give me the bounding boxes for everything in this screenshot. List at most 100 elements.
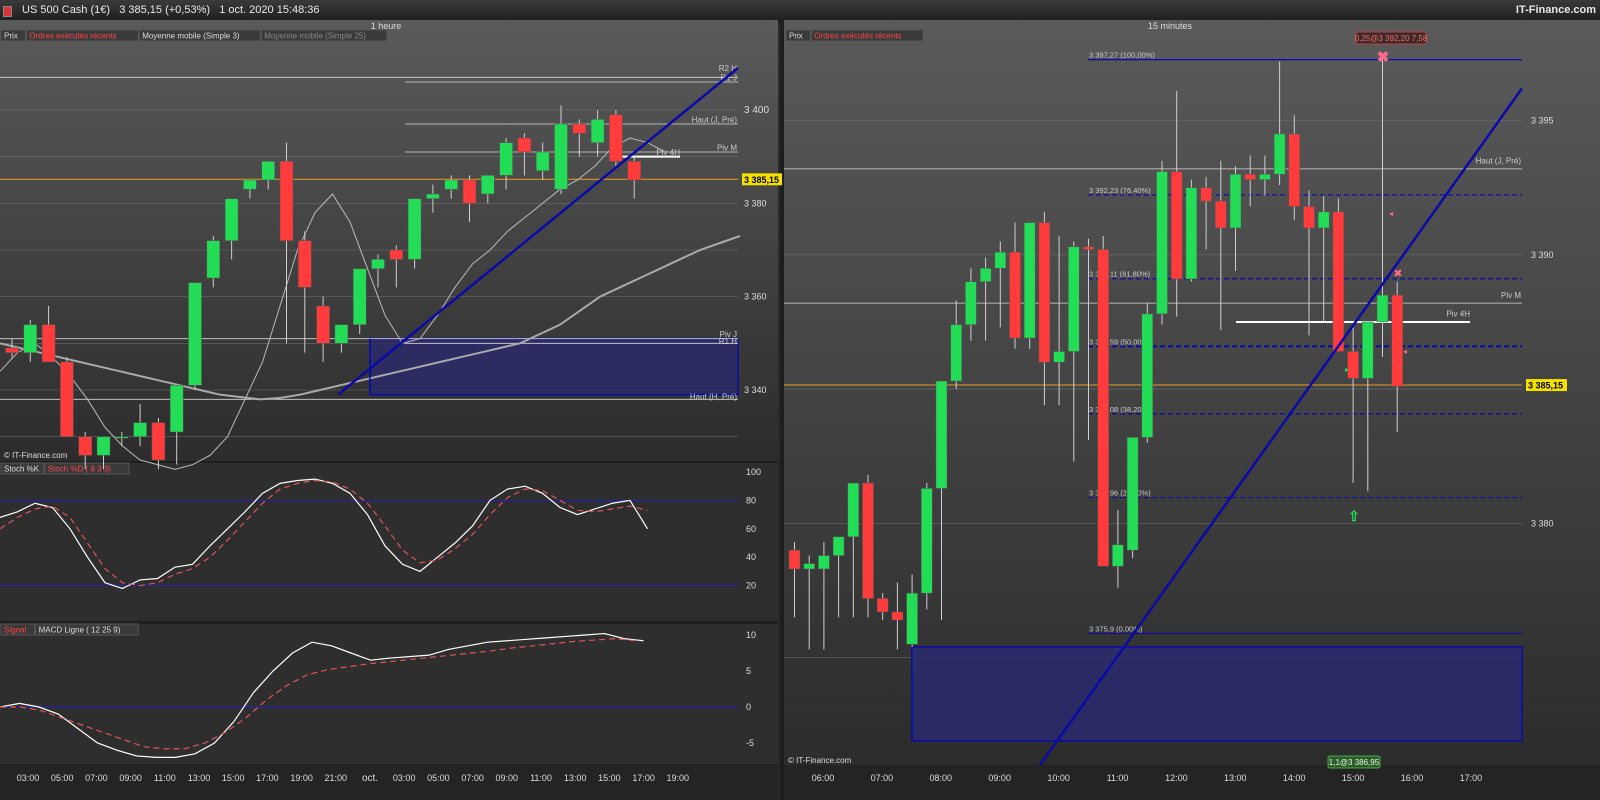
buy-arrow-icon: ⇧	[1348, 508, 1360, 524]
candle	[1141, 313, 1154, 438]
candle	[535, 151, 550, 171]
candle	[96, 436, 111, 456]
charts-canvas[interactable]: 1 heure 15 minutesPrix Ordres exécutés réc…	[0, 0, 1600, 800]
candle	[1303, 206, 1315, 229]
candle	[818, 555, 830, 570]
candle	[862, 482, 874, 599]
candle	[1053, 351, 1065, 363]
candle	[1229, 174, 1242, 229]
candle	[1244, 174, 1256, 180]
right-time-label: 14:00	[1283, 773, 1306, 783]
candle	[206, 240, 221, 279]
macd-tab-label-0: Signal	[4, 626, 26, 635]
candle	[462, 179, 477, 204]
right-level-label: Haut (J, Pré)	[1476, 157, 1522, 166]
candle	[1156, 171, 1168, 315]
candle	[1288, 133, 1301, 207]
candle	[950, 324, 962, 382]
candle	[1317, 211, 1330, 229]
left-time-label: 19:00	[290, 773, 313, 783]
candle	[1112, 544, 1124, 567]
right-watermark: © IT-Finance.com	[788, 756, 852, 765]
candle	[407, 198, 422, 260]
close-order-icon: ✖	[1377, 49, 1390, 66]
marker-left-icon: ◂	[1403, 347, 1407, 356]
candle	[334, 324, 349, 344]
right-time-label: 15:00	[1342, 773, 1365, 783]
left-time-label: 11:00	[154, 773, 176, 783]
right-price-tick: 3 380	[1531, 518, 1554, 528]
candle	[1126, 437, 1139, 551]
macd-tick: -5	[746, 738, 754, 748]
candle	[224, 198, 239, 241]
candle	[1097, 249, 1109, 567]
candle	[832, 536, 845, 556]
right-time-label: 12:00	[1165, 773, 1188, 783]
stoch-tab-label-1: Stoch %D ( 8 3 3)	[48, 465, 111, 474]
left-time-label: 15:00	[222, 773, 245, 783]
left-tab-label-2: Moyenne mobile (Simple 3)	[142, 32, 240, 41]
candle	[41, 324, 56, 363]
left-tab-label-3: Moyenne mobile (Simple 25)	[264, 32, 366, 41]
right-time-label: 10:00	[1047, 773, 1070, 783]
left-time-label: 17:00	[632, 773, 655, 783]
candle	[23, 324, 38, 353]
marker-right-icon: ▸	[1345, 365, 1349, 374]
left-time-label: 03:00	[393, 773, 416, 783]
candle	[891, 611, 904, 621]
candle	[554, 123, 568, 190]
candle	[921, 488, 933, 594]
level-label: R1 H	[719, 337, 737, 346]
right-price-tick: 3 395	[1531, 116, 1554, 126]
stoch-pane	[0, 463, 778, 621]
level-label: Piv M	[717, 143, 737, 152]
stoch-tick: 40	[746, 552, 756, 562]
candle	[847, 482, 860, 538]
left-time-label: 03:00	[17, 773, 40, 783]
left-last-price-text: 3 385,15	[744, 175, 779, 185]
close-order-icon: ✖	[1393, 268, 1402, 280]
candle	[298, 240, 312, 288]
candle	[906, 592, 918, 645]
candle	[60, 361, 74, 437]
right-time-label: 13:00	[1224, 773, 1247, 783]
candle	[316, 305, 330, 344]
candle	[1023, 222, 1036, 339]
left-time-label: 15:00	[598, 773, 621, 783]
right-time-label: 09:00	[988, 773, 1011, 783]
candle	[1170, 171, 1183, 280]
right-time-label: 07:00	[871, 773, 894, 783]
candle	[627, 161, 641, 181]
stoch-tab-label-0: Stoch %K	[4, 465, 40, 474]
left-tab-label-0: Prix	[4, 32, 18, 41]
macd-tick: 5	[746, 666, 751, 676]
macd-pane	[0, 624, 778, 764]
candle	[1391, 294, 1403, 387]
stoch-tick: 80	[746, 495, 756, 505]
candle	[1038, 222, 1051, 363]
level-label: Haut (H, Pré)	[690, 393, 737, 402]
left-time-label: 13:00	[188, 773, 211, 783]
right-tab-label-0: Prix	[789, 32, 803, 41]
right-time-label: 16:00	[1401, 773, 1424, 783]
order-badge-top-text: 0,25@3 392,20 7,58	[1355, 34, 1428, 43]
candle	[1347, 351, 1359, 379]
candle	[169, 385, 184, 433]
candle	[1259, 174, 1271, 180]
candle	[389, 249, 404, 260]
candle	[1068, 246, 1080, 352]
candle	[481, 175, 495, 195]
candle	[444, 179, 458, 190]
candle	[517, 137, 532, 153]
left-watermark: © IT-Finance.com	[4, 451, 68, 460]
left-time-label: 13:00	[564, 773, 587, 783]
candle	[499, 142, 513, 176]
right-price-tick: 3 390	[1531, 250, 1554, 260]
candle	[590, 119, 605, 143]
fib-label: 3 392,23 (76,40%)	[1089, 186, 1151, 195]
stoch-tick: 60	[746, 524, 756, 534]
candle	[1332, 211, 1345, 352]
left-time-axis	[0, 765, 778, 800]
candle	[1215, 200, 1227, 229]
candle	[803, 563, 815, 570]
